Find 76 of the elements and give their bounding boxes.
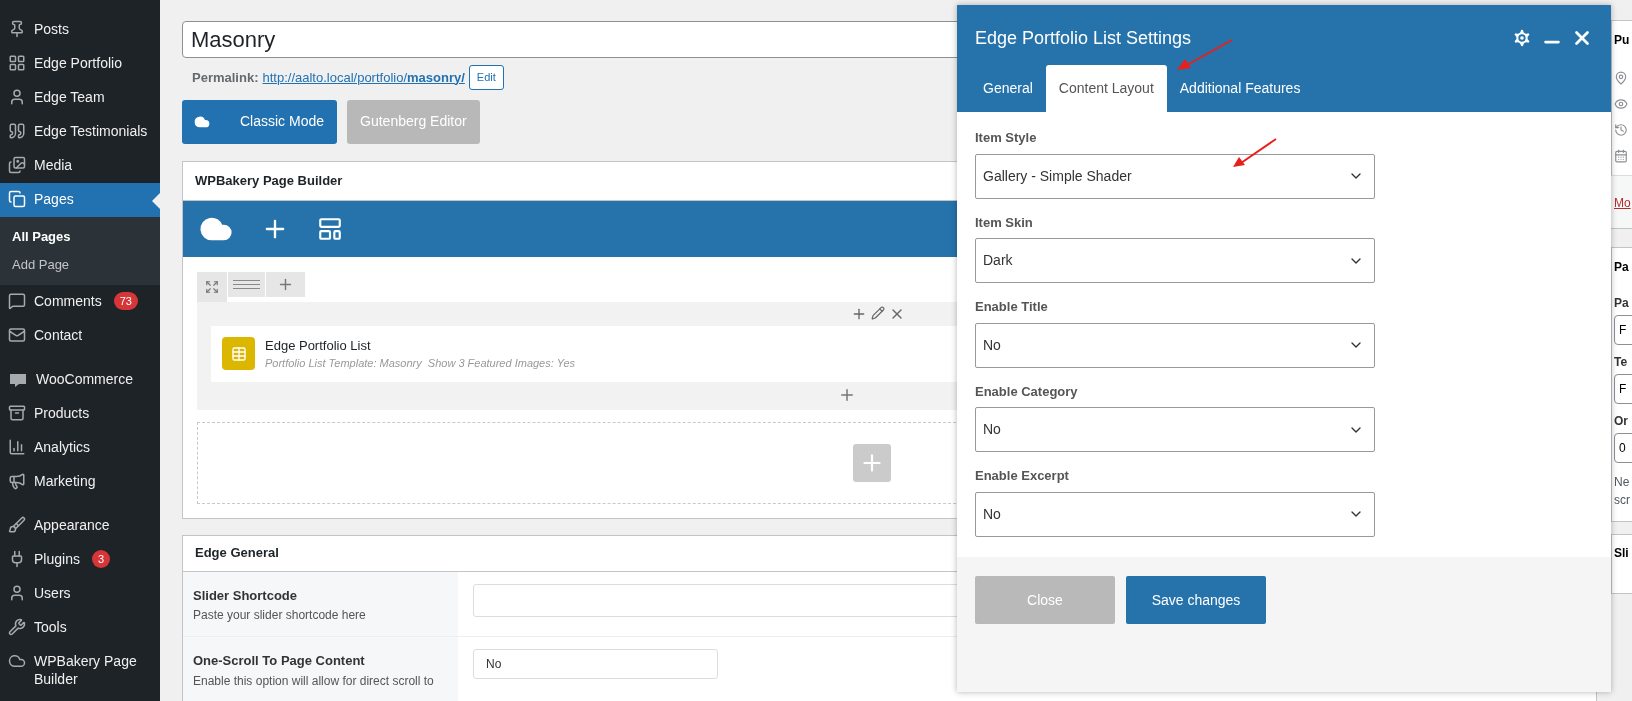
count-badge: 3 [91, 550, 111, 568]
panel-title: Edge General [195, 544, 279, 563]
sidebar-item[interactable]: Tools [0, 611, 160, 645]
select-field[interactable]: Gallery - Simple Shader [975, 153, 1375, 199]
menu-label: Media [34, 156, 73, 174]
field-label: One-Scroll To Page Content [193, 652, 366, 670]
save-button[interactable]: Save changes [1126, 576, 1266, 624]
menu-label: Users [34, 584, 71, 602]
submenu-item[interactable]: Add Page [0, 251, 160, 279]
sidebar-item[interactable]: Appearance [0, 509, 160, 543]
sidebar-item[interactable]: Marketing [0, 465, 160, 499]
panel-title: Pu [1614, 32, 1630, 49]
sidebar-item[interactable]: Pages [0, 183, 160, 217]
field-label: Pa [1614, 295, 1630, 312]
field-label: Te [1614, 354, 1629, 371]
sidebar-item[interactable]: WPBakery Page Builder [0, 645, 160, 695]
editor-mode-button[interactable]: Classic Mode [182, 99, 338, 144]
help-text: Ne scr [1614, 474, 1631, 509]
field-description: Enable this option will allow for direct scroll to [193, 672, 435, 690]
sidebar-item[interactable]: Contact [0, 319, 160, 353]
panel-title: WPBakery Page Builder [195, 171, 343, 190]
panel-title: Pa [1614, 259, 1629, 276]
sidebar-item[interactable]: Edge Testimonials [0, 115, 160, 149]
menu-label: Comments [34, 292, 102, 310]
permalink-link[interactable]: http://aalto.local/portfolio/masonry/ [262, 67, 465, 87]
field-label: Or [1614, 413, 1629, 430]
menu-label: Marketing [34, 472, 96, 490]
select-field[interactable]: No [975, 322, 1375, 368]
sidebar-item[interactable]: Posts [0, 13, 160, 47]
dialog-tab[interactable]: Content Layout [1045, 65, 1167, 112]
menu-label: Pages [34, 190, 74, 208]
menu-label: WPBakery Page Builder [34, 652, 138, 688]
select-field[interactable]: No [975, 407, 1375, 452]
menu-label: Edge Testimonials [34, 122, 148, 140]
sidebar-item[interactable]: Users [0, 577, 160, 611]
menu-label: Plugins [34, 550, 80, 568]
dialog-title: Edge Portfolio List Settings [975, 26, 1193, 50]
field-label: Enable Category [975, 382, 1079, 401]
select-field[interactable]: Dark [975, 238, 1375, 283]
menu-label: Contact [34, 326, 83, 344]
element-summary: Portfolio List Template: Masonry Show 3 Featured Images: Yes [265, 356, 575, 371]
select-field[interactable]: F [1614, 315, 1632, 345]
field-label: Item Style [975, 129, 1038, 147]
sidebar-item[interactable]: Edge Portfolio [0, 47, 160, 81]
menu-label: Tools [34, 618, 67, 636]
field-label: Enable Excerpt [975, 467, 1070, 485]
select-field[interactable]: F [1614, 374, 1632, 404]
submenu-item[interactable]: All Pages [0, 223, 160, 251]
sidebar-item[interactable]: Comments 73 [0, 285, 160, 319]
field-label: Slider Shortcode [193, 586, 299, 605]
edit-button[interactable]: Edit [468, 65, 504, 90]
sidebar-item[interactable]: Media [0, 149, 160, 183]
menu-label: WooCommerce [36, 370, 133, 388]
sidebar-item[interactable]: Plugins 3 [0, 543, 160, 577]
select-field[interactable]: No [473, 649, 718, 679]
select-field[interactable]: 0 [1614, 433, 1632, 463]
menu-label: Analytics [34, 438, 91, 456]
sidebar-item[interactable]: Products [0, 397, 160, 431]
panel-title: Sli [1614, 545, 1629, 562]
element-name: Edge Portfolio List [265, 336, 372, 355]
dialog-tab[interactable]: Additional Features [1166, 65, 1314, 112]
menu-label: Edge Team [34, 88, 105, 106]
dialog-tab[interactable]: General [970, 65, 1046, 112]
sidebar-item[interactable]: Edge Team [0, 81, 160, 115]
menu-label: Products [34, 404, 90, 422]
sidebar-item[interactable]: Analytics [0, 431, 160, 465]
menu-label: Appearance [34, 516, 110, 534]
menu-label: Posts [34, 20, 69, 38]
permalink-label: Permalink: [192, 68, 259, 87]
count-badge: 73 [113, 292, 138, 310]
field-description: Paste your slider shortcode here [193, 607, 367, 624]
sidebar-item[interactable]: WooCommerce [0, 363, 160, 397]
field-label: Item Skin [975, 213, 1034, 232]
select-field[interactable]: No [975, 491, 1375, 537]
field-label: Enable Title [975, 298, 1049, 316]
menu-label: Edge Portfolio [34, 54, 122, 72]
